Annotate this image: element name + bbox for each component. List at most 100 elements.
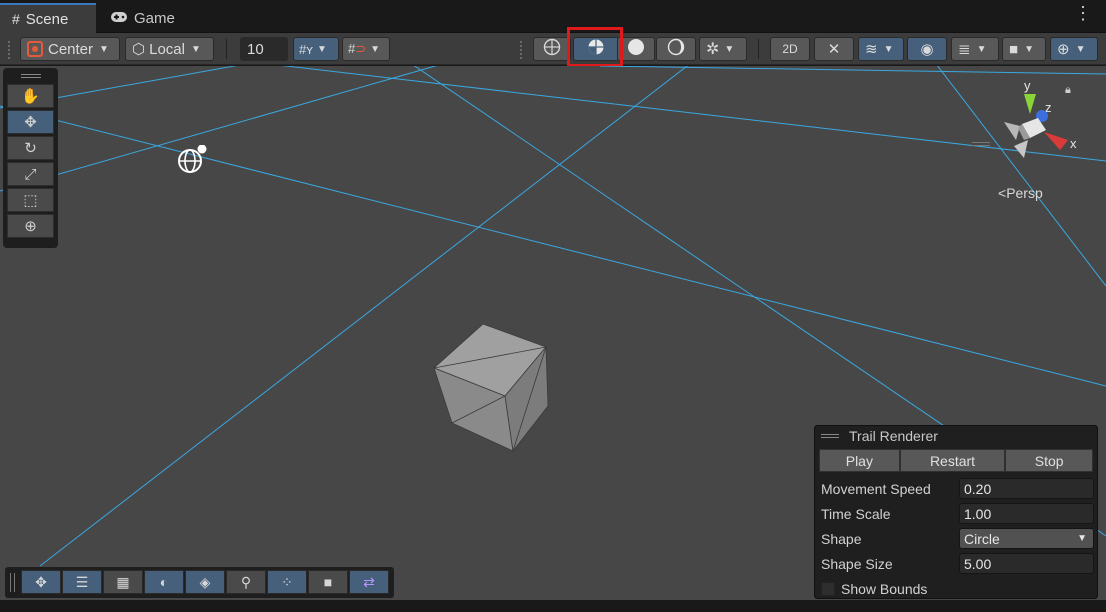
chevron-down-icon: ▼ [1024, 43, 1034, 55]
gizmo-globe-icon: ⊕ [1057, 41, 1070, 58]
sliders-overlay-button[interactable]: ☰ [62, 570, 102, 594]
toggle-lighting-button[interactable]: ✕ [814, 37, 854, 61]
playback-buttons: Play Restart Stop [819, 449, 1093, 472]
show-bounds-checkbox[interactable] [821, 581, 835, 596]
more-options-icon[interactable]: ⋮ [1074, 4, 1092, 22]
grid-size-value: 10 [247, 40, 264, 58]
shape-size-row: Shape Size 5.00 [815, 551, 1097, 576]
tab-scene[interactable]: # Scene [0, 3, 96, 33]
lighting-off-icon: ✕ [827, 41, 841, 58]
hatched-grid-icon: ▦ [116, 573, 130, 590]
hand-tool-button[interactable]: ✋ [7, 84, 54, 108]
transform-tool-button[interactable]: ⊕ [7, 214, 54, 238]
grid-snap-magnet-icon: #⊃ [348, 41, 367, 56]
overlay-toolbar: ✥ ☰ ▦ ◐ ◈ ⚲ ⁘ ■ ⇄ [5, 567, 394, 598]
rect-transform-icon: ⬚ [23, 192, 38, 209]
chevron-down-icon: ▼ [883, 43, 894, 55]
gizmos-dropdown[interactable]: ⊕ ▼ [1050, 37, 1098, 61]
light-globe-icon[interactable] [177, 144, 207, 175]
lighting-overlay-button[interactable]: ◐ [144, 570, 184, 594]
debug-draw-dropdown[interactable]: ✲ ▼ [699, 37, 747, 61]
chevron-down-icon: ▼ [370, 43, 381, 55]
snap-increment-dropdown[interactable]: #⊃ ▼ [342, 37, 390, 61]
shaded-sphere-icon [627, 38, 645, 60]
visibility-toggle-button[interactable]: ◉ [907, 37, 947, 61]
stop-button[interactable]: Stop [1005, 449, 1093, 472]
search-overlay-button[interactable]: ⚲ [226, 570, 266, 594]
toggle-2d-button[interactable]: 2D [770, 37, 810, 61]
rotate-tool-button[interactable]: ↻ [7, 136, 54, 160]
chevron-down-icon: ▼ [190, 43, 201, 55]
movement-speed-row: Movement Speed 0.20 [815, 476, 1097, 501]
2d-mode-icon: 2D [782, 42, 798, 56]
movement-speed-label: Movement Speed [821, 480, 931, 497]
sliders-icon: ☰ [75, 573, 89, 590]
wireframe-mode-button[interactable] [533, 37, 571, 61]
search-icon: ⚲ [240, 573, 252, 590]
nodes-overlay-button[interactable]: ⁘ [267, 570, 307, 594]
trail-renderer-header[interactable]: Trail Renderer [815, 426, 1097, 446]
scene-visibility-dropdown[interactable]: ≋ ▼ [858, 37, 904, 61]
shuffle-overlay-button[interactable]: ⇄ [349, 570, 389, 594]
hand-icon: ✋ [21, 88, 40, 105]
camera-overlay-button[interactable]: ■ [308, 570, 348, 594]
toolbar-separator [758, 39, 759, 59]
toolbar-grip[interactable] [8, 41, 14, 59]
shuffle-icon: ⇄ [363, 573, 375, 590]
gizmo-x-label: x [1070, 136, 1077, 151]
space-label: Local [149, 40, 185, 58]
layers-overlay-button[interactable]: ◈ [185, 570, 225, 594]
rotate-icon: ↻ [24, 140, 37, 157]
camera-settings-dropdown[interactable]: ■ ▼ [1002, 37, 1046, 61]
perspective-label[interactable]: <Persp [998, 185, 1043, 201]
chevron-down-icon: ▼ [1077, 533, 1087, 544]
transform-icon: ⊕ [24, 218, 37, 235]
pivot-dropdown[interactable]: Center ▼ [20, 37, 120, 61]
trail-renderer-title: Trail Renderer [849, 428, 938, 444]
tab-game-label: Game [134, 9, 175, 27]
bug-icon: ✲ [706, 41, 720, 58]
gizmo-grip[interactable] [972, 142, 990, 146]
scene-toolbar: Center ▼ ⬡ Local ▼ 10 #ʏ ▼ #⊃ ▼ ✲ ▼ 2D ✕… [0, 33, 1106, 65]
hash-icon: # [12, 11, 20, 27]
grid-size-input[interactable]: 10 [240, 37, 288, 61]
orientation-gizmo[interactable]: y z x [994, 78, 1084, 170]
time-scale-field[interactable]: 1.00 [959, 503, 1094, 524]
shape-row: Shape Circle ▼ [815, 526, 1097, 551]
overlay-grip[interactable] [10, 573, 15, 592]
move-arrows-icon: ✥ [24, 114, 37, 131]
time-scale-label: Time Scale [821, 505, 891, 522]
layers-plus-icon: ≋ [865, 41, 878, 58]
half-moon-icon [667, 38, 685, 60]
space-dropdown[interactable]: ⬡ Local ▼ [125, 37, 214, 61]
layers-icon: ≣ [958, 41, 971, 58]
play-button[interactable]: Play [819, 449, 900, 472]
show-bounds-label: Show Bounds [841, 580, 928, 597]
pivot-icon [27, 41, 43, 57]
move-tool-button[interactable]: ✥ [7, 110, 54, 134]
layers-dropdown[interactable]: ≣ ▼ [951, 37, 999, 61]
unlit-mode-button[interactable] [656, 37, 696, 61]
camera-icon: ■ [1009, 40, 1019, 58]
grid-snap-dropdown[interactable]: #ʏ ▼ [293, 37, 339, 61]
chevron-down-icon: ▼ [1075, 43, 1086, 55]
tab-game[interactable]: Game [98, 3, 187, 33]
chevron-down-icon: ▼ [99, 43, 109, 55]
move-overlay-button[interactable]: ✥ [21, 570, 61, 594]
trail-renderer-panel: Trail Renderer Play Restart Stop Movemen… [814, 425, 1098, 599]
shape-size-field[interactable]: 5.00 [959, 553, 1094, 574]
show-bounds-row: Show Bounds [815, 576, 1097, 601]
shape-size-label: Shape Size [821, 555, 893, 572]
toolbar-separator [226, 39, 227, 59]
palette-grip[interactable] [20, 74, 41, 78]
scale-tool-button[interactable]: ⤢ [7, 162, 54, 186]
shape-dropdown[interactable]: Circle ▼ [959, 528, 1094, 549]
rect-tool-button[interactable]: ⬚ [7, 188, 54, 212]
chevron-down-icon: ▼ [976, 43, 987, 55]
grid-overlay-button[interactable]: ▦ [103, 570, 143, 594]
tab-scene-label: Scene [25, 10, 69, 28]
gamepad-icon [110, 10, 128, 26]
restart-button[interactable]: Restart [899, 449, 1006, 472]
toolbar-grip[interactable] [520, 41, 526, 59]
movement-speed-field[interactable]: 0.20 [959, 478, 1094, 499]
